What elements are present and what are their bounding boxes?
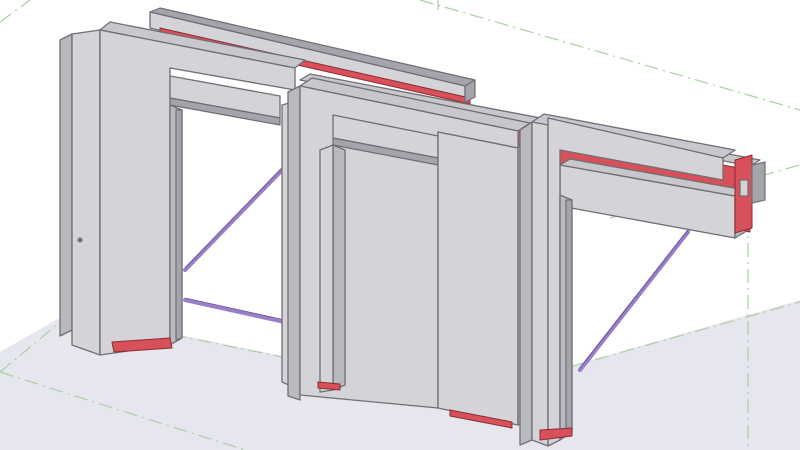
door-openings — [182, 112, 280, 320]
3d-scene[interactable] — [0, 0, 800, 450]
end-bracket[interactable] — [734, 154, 766, 234]
3d-model-viewport[interactable] — [0, 0, 800, 450]
anchor-icon — [77, 237, 83, 243]
portal-frame-2[interactable] — [287, 77, 531, 429]
